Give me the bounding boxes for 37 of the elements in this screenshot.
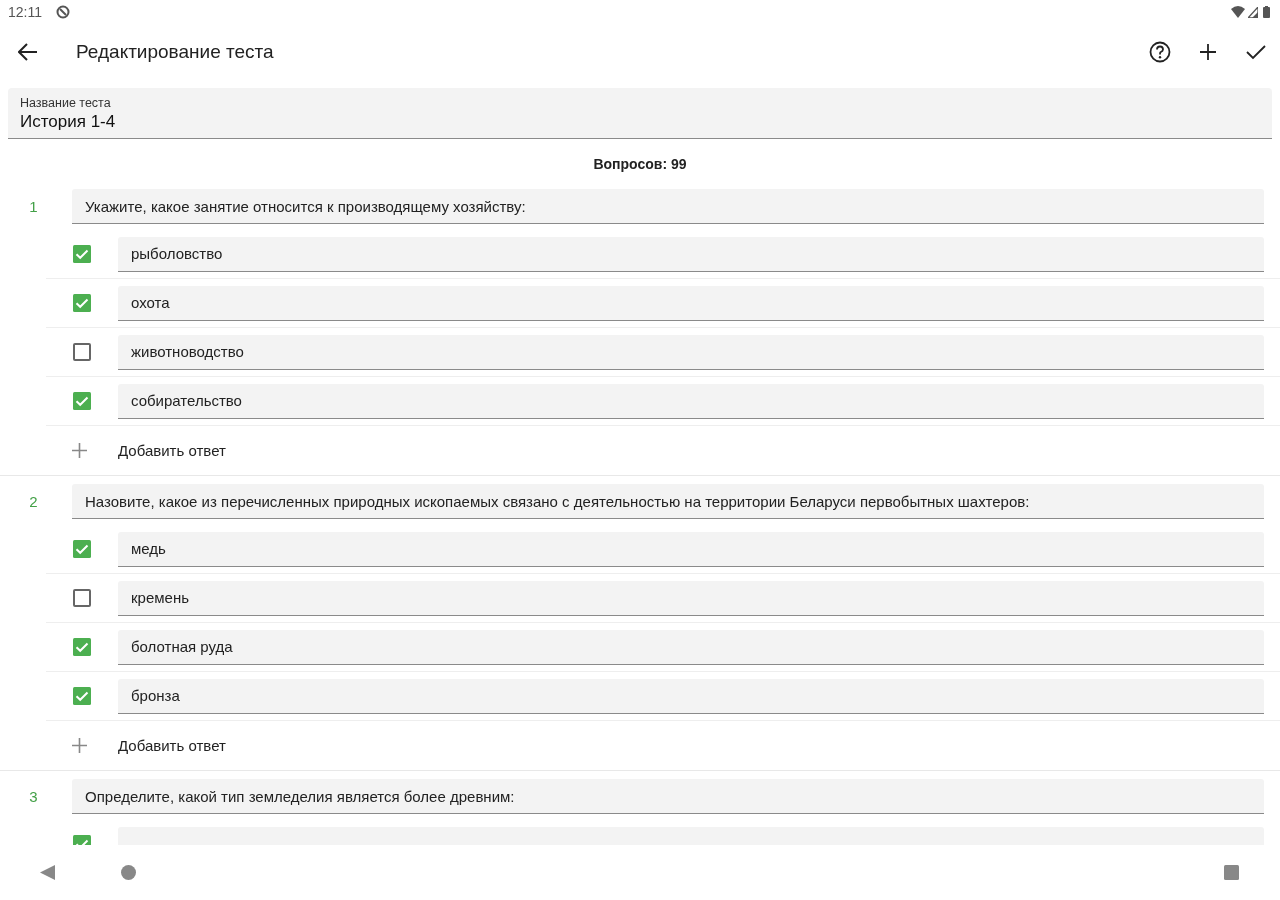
answer-field[interactable]: болотная руда — [118, 629, 1264, 665]
home-nav-button[interactable] — [121, 865, 136, 880]
question-number: 2 — [28, 493, 39, 510]
answer-field[interactable]: охота — [118, 285, 1264, 321]
question-number: 3 — [28, 788, 39, 805]
test-name-field[interactable]: Название теста История 1-4 — [8, 88, 1272, 139]
checkbox[interactable] — [73, 343, 91, 361]
answer-field[interactable]: медь — [118, 531, 1264, 567]
answer-field[interactable]: собирательство — [118, 383, 1264, 419]
question-count: Вопросов: 99 — [593, 156, 687, 172]
checked-checkbox[interactable] — [73, 245, 91, 263]
clock: 12:11 — [8, 4, 42, 20]
help-button[interactable] — [1148, 40, 1172, 64]
checked-checkbox[interactable] — [73, 540, 91, 558]
checkbox[interactable] — [73, 589, 91, 607]
answer-field[interactable]: бронза — [118, 678, 1264, 714]
question-field[interactable]: Укажите, какое занятие относится к производящему хозяйству: — [72, 189, 1264, 224]
checked-checkbox[interactable] — [73, 392, 91, 410]
add-answer-button[interactable]: Добавить ответ — [118, 737, 226, 754]
battery-icon — [1263, 6, 1270, 18]
do-not-disturb-icon — [56, 5, 70, 19]
checked-checkbox[interactable] — [73, 687, 91, 705]
question-field[interactable]: Назовите, какое из перечисленных природных ископаемых связано с деятельностью на территории Беларуси первобытных шахтеров: — [72, 484, 1264, 519]
plus-icon — [72, 443, 87, 458]
plus-icon — [72, 738, 87, 753]
add-answer-button[interactable]: Добавить ответ — [118, 442, 226, 459]
wifi-icon — [1231, 6, 1245, 18]
answer-field[interactable]: рыболовство — [118, 236, 1264, 272]
question-field[interactable]: Определите, какой тип земледелия является более древним: — [72, 779, 1264, 814]
checked-checkbox[interactable] — [73, 638, 91, 656]
answer-field[interactable]: кремень — [118, 580, 1264, 616]
signal-icon — [1248, 6, 1258, 18]
screen-title: Редактирование теста — [76, 41, 275, 63]
back-nav-button[interactable] — [40, 865, 55, 880]
answer-field[interactable]: животноводство — [118, 334, 1264, 370]
checked-checkbox[interactable] — [73, 294, 91, 312]
question-number: 1 — [28, 198, 39, 215]
